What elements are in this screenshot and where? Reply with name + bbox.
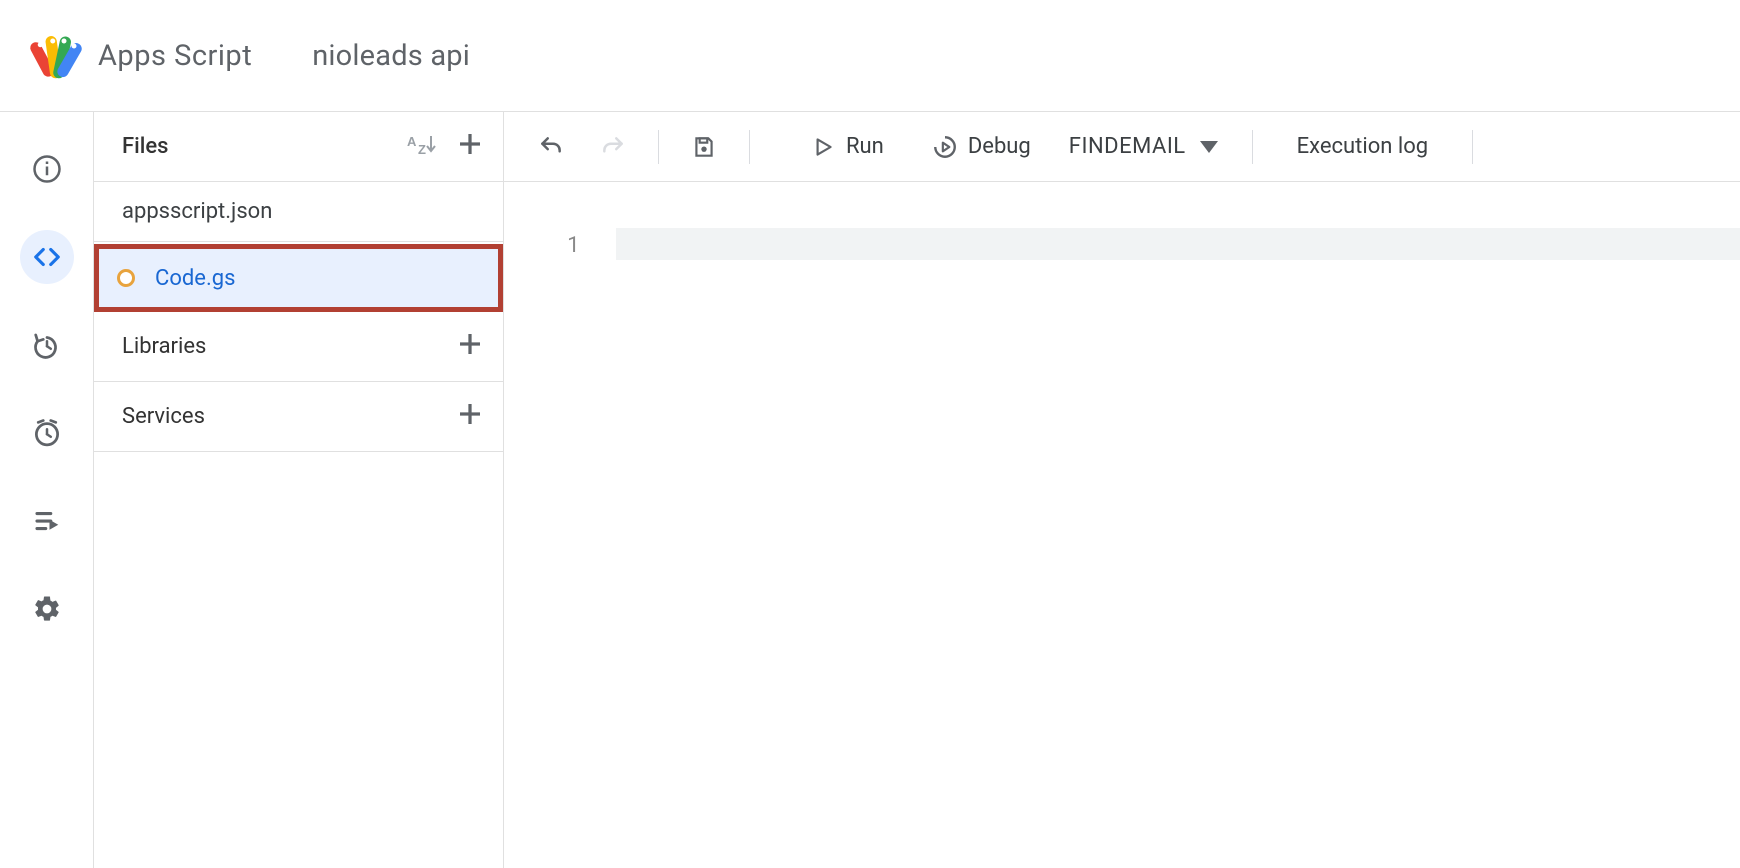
function-dropdown[interactable]: FINDEMAIL bbox=[1069, 134, 1218, 159]
add-service-icon[interactable] bbox=[455, 399, 485, 435]
brand-text: Apps Script bbox=[98, 39, 252, 73]
svg-text:A: A bbox=[407, 134, 417, 149]
libraries-section: Libraries bbox=[94, 312, 503, 382]
files-panel: Files AZ appsscript.json Code.gs Librari… bbox=[94, 112, 504, 868]
separator bbox=[1472, 130, 1473, 164]
save-button[interactable] bbox=[681, 128, 727, 166]
app-body: Files AZ appsscript.json Code.gs Librari… bbox=[0, 112, 1740, 868]
line-number: 1 bbox=[548, 228, 580, 260]
nav-editor[interactable] bbox=[20, 230, 74, 284]
app-header: Apps Script nioleads api bbox=[0, 0, 1740, 112]
play-icon bbox=[810, 134, 836, 160]
current-line-highlight bbox=[616, 228, 1740, 260]
services-section: Services bbox=[94, 382, 503, 452]
services-label: Services bbox=[122, 404, 205, 429]
function-selected: FINDEMAIL bbox=[1069, 134, 1186, 159]
nav-overview[interactable] bbox=[20, 142, 74, 196]
separator bbox=[658, 130, 659, 164]
undo-button[interactable] bbox=[528, 128, 574, 166]
unsaved-indicator-icon bbox=[117, 269, 135, 287]
sort-az-icon[interactable]: AZ bbox=[407, 129, 437, 165]
debug-icon bbox=[932, 134, 958, 160]
chevron-down-icon bbox=[1200, 141, 1218, 153]
add-library-icon[interactable] bbox=[455, 329, 485, 365]
execution-log-label: Execution log bbox=[1297, 134, 1428, 159]
nav-executions[interactable] bbox=[20, 318, 74, 372]
nav-deployments[interactable] bbox=[20, 494, 74, 548]
separator bbox=[1252, 130, 1253, 164]
code-editor[interactable]: 1 bbox=[504, 182, 1740, 868]
files-header: Files AZ bbox=[94, 112, 503, 182]
run-button[interactable]: Run bbox=[800, 128, 894, 166]
nav-triggers[interactable] bbox=[20, 406, 74, 460]
project-name[interactable]: nioleads api bbox=[312, 39, 470, 73]
nav-settings[interactable] bbox=[20, 582, 74, 636]
add-file-icon[interactable] bbox=[455, 129, 485, 165]
left-rail bbox=[0, 112, 94, 868]
editor-area: Run Debug FINDEMAIL Execution log 1 bbox=[504, 112, 1740, 868]
files-title: Files bbox=[122, 134, 168, 159]
redo-button[interactable] bbox=[590, 128, 636, 166]
file-name: appsscript.json bbox=[122, 199, 272, 224]
separator bbox=[749, 130, 750, 164]
apps-script-logo bbox=[24, 26, 84, 86]
file-name: Code.gs bbox=[155, 266, 235, 291]
debug-label: Debug bbox=[968, 134, 1031, 159]
editor-toolbar: Run Debug FINDEMAIL Execution log bbox=[504, 112, 1740, 182]
line-gutter: 1 bbox=[548, 228, 588, 868]
execution-log-button[interactable]: Execution log bbox=[1287, 128, 1438, 165]
run-label: Run bbox=[846, 134, 884, 159]
libraries-label: Libraries bbox=[122, 334, 206, 359]
file-code-gs[interactable]: Code.gs bbox=[94, 244, 503, 312]
debug-button[interactable]: Debug bbox=[922, 128, 1041, 166]
svg-text:Z: Z bbox=[418, 142, 426, 157]
file-appsscript-json[interactable]: appsscript.json bbox=[94, 182, 503, 242]
